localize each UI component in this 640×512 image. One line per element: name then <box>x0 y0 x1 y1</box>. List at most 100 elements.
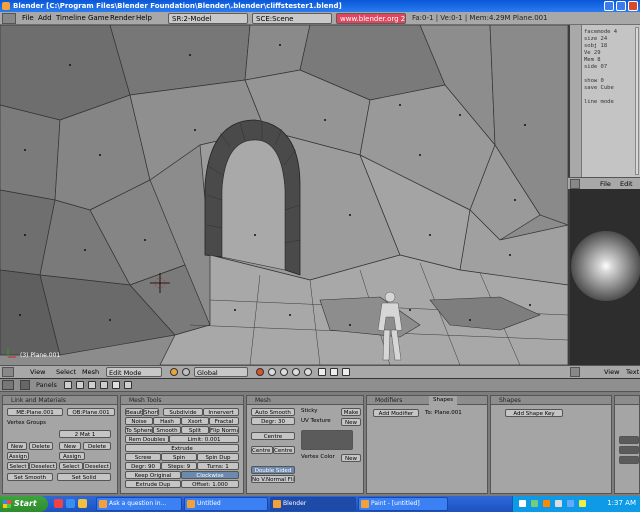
double-sided-toggle[interactable]: Double Sided <box>251 466 295 474</box>
material-index-field[interactable]: 2 Mat 1 <box>59 430 111 438</box>
menu-view[interactable]: View <box>28 367 47 377</box>
3d-viewport[interactable]: (3) Plane.001 <box>0 25 568 365</box>
mat-new-button[interactable]: New <box>59 442 81 450</box>
text-editor[interactable]: facemode 4 size 24 sobj 18 Ve 29 Mem 8 s… <box>568 25 640 177</box>
fractal-button[interactable]: Fractal <box>209 417 239 425</box>
uv-new-button[interactable]: New <box>341 418 361 426</box>
short-toggle[interactable]: Short <box>143 408 159 416</box>
screen-selector[interactable]: SR:2-Model <box>168 13 248 24</box>
edge-select-icon[interactable] <box>280 368 288 376</box>
menu-mesh[interactable]: Mesh <box>80 367 101 377</box>
smooth-button[interactable]: Smooth <box>153 426 181 434</box>
offset-field[interactable]: Offset: 1.000 <box>181 480 239 488</box>
add-shape-key-button[interactable]: Add Shape Key <box>505 409 563 417</box>
task-question[interactable]: Ask a question in... <box>96 497 182 511</box>
degr-field[interactable]: Degr: 90 <box>125 462 161 470</box>
vcol-new-button[interactable]: New <box>341 454 361 462</box>
mode-selector[interactable]: Edit Mode <box>106 367 162 377</box>
camera-icon[interactable] <box>342 368 350 376</box>
tray-icon[interactable] <box>531 500 538 507</box>
tray-icon[interactable] <box>543 500 550 507</box>
auto-smooth-degr-field[interactable]: Degr: 30 <box>251 417 295 425</box>
scene-context-icon[interactable] <box>124 381 132 389</box>
screw-button[interactable]: Screw <box>125 453 161 461</box>
clockwise-toggle[interactable]: Clockwise <box>181 471 239 479</box>
spin-dup-button[interactable]: Spin Dup <box>197 453 239 461</box>
vgroup-delete-button[interactable]: Delete <box>29 442 53 450</box>
menu-help[interactable]: Help <box>134 13 154 24</box>
start-button[interactable]: Start <box>0 496 48 512</box>
render-icon[interactable] <box>330 368 338 376</box>
mat-select-button[interactable]: Select <box>59 462 83 470</box>
text-menu-file[interactable]: File <box>598 179 613 189</box>
snap-icon[interactable] <box>256 368 264 376</box>
menu-select[interactable]: Select <box>54 367 78 377</box>
flip-normal-button[interactable]: Flip Normal <box>209 426 239 434</box>
auto-smooth-toggle[interactable]: Auto Smooth <box>251 408 295 416</box>
tray-icon[interactable] <box>519 500 526 507</box>
vgroup-select-button[interactable]: Select <box>7 462 29 470</box>
keep-original-toggle[interactable]: Keep Original <box>125 471 181 479</box>
occlude-icon[interactable] <box>304 368 312 376</box>
menu-timeline[interactable]: Timeline <box>54 13 88 24</box>
mat-assign-button[interactable]: Assign <box>59 452 85 460</box>
shading-context-icon[interactable] <box>88 381 96 389</box>
minimize-button[interactable] <box>604 1 614 11</box>
scene-selector[interactable]: SCE:Scene <box>252 13 332 24</box>
mesh-datablock-field[interactable]: ME:Plane.001 <box>7 408 63 416</box>
pivot-icon[interactable] <box>182 368 190 376</box>
vgroup-assign-button[interactable]: Assign <box>7 452 29 460</box>
task-blender[interactable]: Blender <box>270 497 356 511</box>
tray-icon[interactable] <box>579 500 586 507</box>
multires-button[interactable] <box>619 436 639 444</box>
subdivide-button[interactable]: Subdivide <box>163 408 203 416</box>
editing-context-icon[interactable] <box>112 381 120 389</box>
hash-button[interactable]: Hash <box>153 417 181 425</box>
orientation-selector[interactable]: Global <box>194 367 248 377</box>
beauty-toggle[interactable]: Beauty <box>125 408 143 416</box>
face-select-icon[interactable] <box>292 368 300 376</box>
text-window-type-icon[interactable] <box>570 179 580 189</box>
steps-field[interactable]: Steps: 9 <box>161 462 197 470</box>
mat-deselect-button[interactable]: Deselect <box>83 462 111 470</box>
limit-field[interactable]: Limit: 0.001 <box>169 435 239 443</box>
preview-window-type-icon[interactable] <box>570 367 580 377</box>
panels-collapse-icon[interactable] <box>20 380 30 390</box>
centre-button[interactable]: Centre <box>251 432 295 440</box>
multires-button-3[interactable] <box>619 456 639 464</box>
noise-button[interactable]: Noise <box>125 417 153 425</box>
centre-cursor-button[interactable]: Centre Cursor <box>273 446 295 454</box>
ie-icon[interactable] <box>66 499 75 508</box>
script-context-icon[interactable] <box>76 381 84 389</box>
buttons-window-type-icon[interactable] <box>2 380 14 390</box>
object-name-field[interactable]: OB:Plane.001 <box>67 408 115 416</box>
extrude-button[interactable]: Extrude <box>125 444 239 452</box>
proportional-icon[interactable] <box>318 368 326 376</box>
menu-add[interactable]: Add <box>36 13 54 24</box>
innervert-button[interactable]: Innervert <box>203 408 239 416</box>
preview-menu-text[interactable]: Text <box>624 367 640 377</box>
logic-context-icon[interactable] <box>64 381 72 389</box>
folder-icon[interactable] <box>78 499 87 508</box>
spin-button[interactable]: Spin <box>161 453 197 461</box>
rem-doubles-button[interactable]: Rem Doubles <box>125 435 169 443</box>
multires-button-2[interactable] <box>619 446 639 454</box>
object-context-icon[interactable] <box>100 381 108 389</box>
vgroup-deselect-button[interactable]: Deselect <box>29 462 57 470</box>
vertex-select-icon[interactable] <box>268 368 276 376</box>
task-untitled[interactable]: Untitled <box>184 497 268 511</box>
set-solid-button[interactable]: Set Solid <box>57 473 111 481</box>
menu-toggle-icon[interactable] <box>2 13 16 24</box>
sticky-make-button[interactable]: Make <box>341 408 361 416</box>
window-type-icon[interactable] <box>2 367 14 377</box>
set-smooth-button[interactable]: Set Smooth <box>7 473 53 481</box>
shapes-tab[interactable]: Shapes <box>429 396 458 405</box>
extrude-dup-button[interactable]: Extrude Dup <box>125 480 181 488</box>
maximize-button[interactable] <box>616 1 626 11</box>
text-scrollbar[interactable] <box>635 27 639 175</box>
close-button[interactable] <box>628 1 638 11</box>
task-paint[interactable]: Paint - [untitled] <box>358 497 448 511</box>
uv-layer-list[interactable] <box>301 430 353 450</box>
to-sphere-button[interactable]: To Sphere <box>125 426 153 434</box>
vgroup-new-button[interactable]: New <box>7 442 27 450</box>
